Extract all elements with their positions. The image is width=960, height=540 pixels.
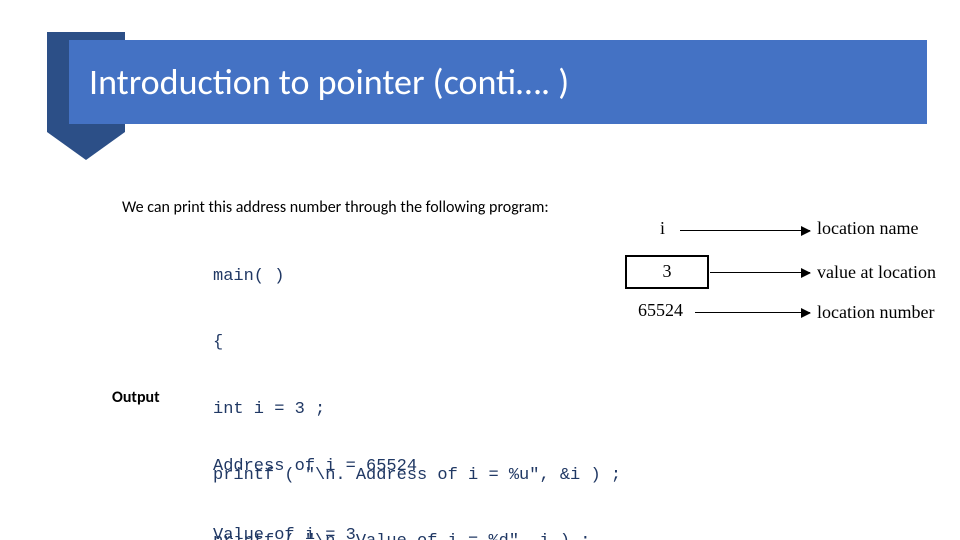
output-block: Address of i = 65524 Value of i = 3 [213,410,417,540]
diagram-label-value: value at location [817,262,936,283]
memory-diagram: i location name 3 value at location 6552… [620,220,940,390]
intro-text: We can print this address number through… [122,198,549,217]
ribbon-front: Introduction to pointer (conti…. ) [69,40,927,124]
title-banner: Introduction to pointer (conti…. ) [47,32,927,132]
diagram-label-addr: location number [817,302,934,323]
ribbon-tail-right [86,132,125,160]
output-line: Address of i = 65524 [213,456,417,479]
code-line: { [213,332,621,354]
slide-title: Introduction to pointer (conti…. ) [69,60,569,104]
diagram-var-name: i [660,218,665,239]
diagram-label-name: location name [817,218,918,239]
slide: Introduction to pointer (conti…. ) We ca… [0,0,960,540]
arrow-icon [680,230,810,231]
arrow-icon [710,272,810,273]
diagram-value-box: 3 [625,255,709,289]
diagram-address: 65524 [638,300,683,321]
code-line: main( ) [213,266,621,288]
arrow-icon [695,312,810,313]
output-label: Output [112,388,160,407]
output-line: Value of i = 3 [213,525,417,540]
diagram-value: 3 [663,261,672,281]
ribbon-tail-left [47,132,86,160]
